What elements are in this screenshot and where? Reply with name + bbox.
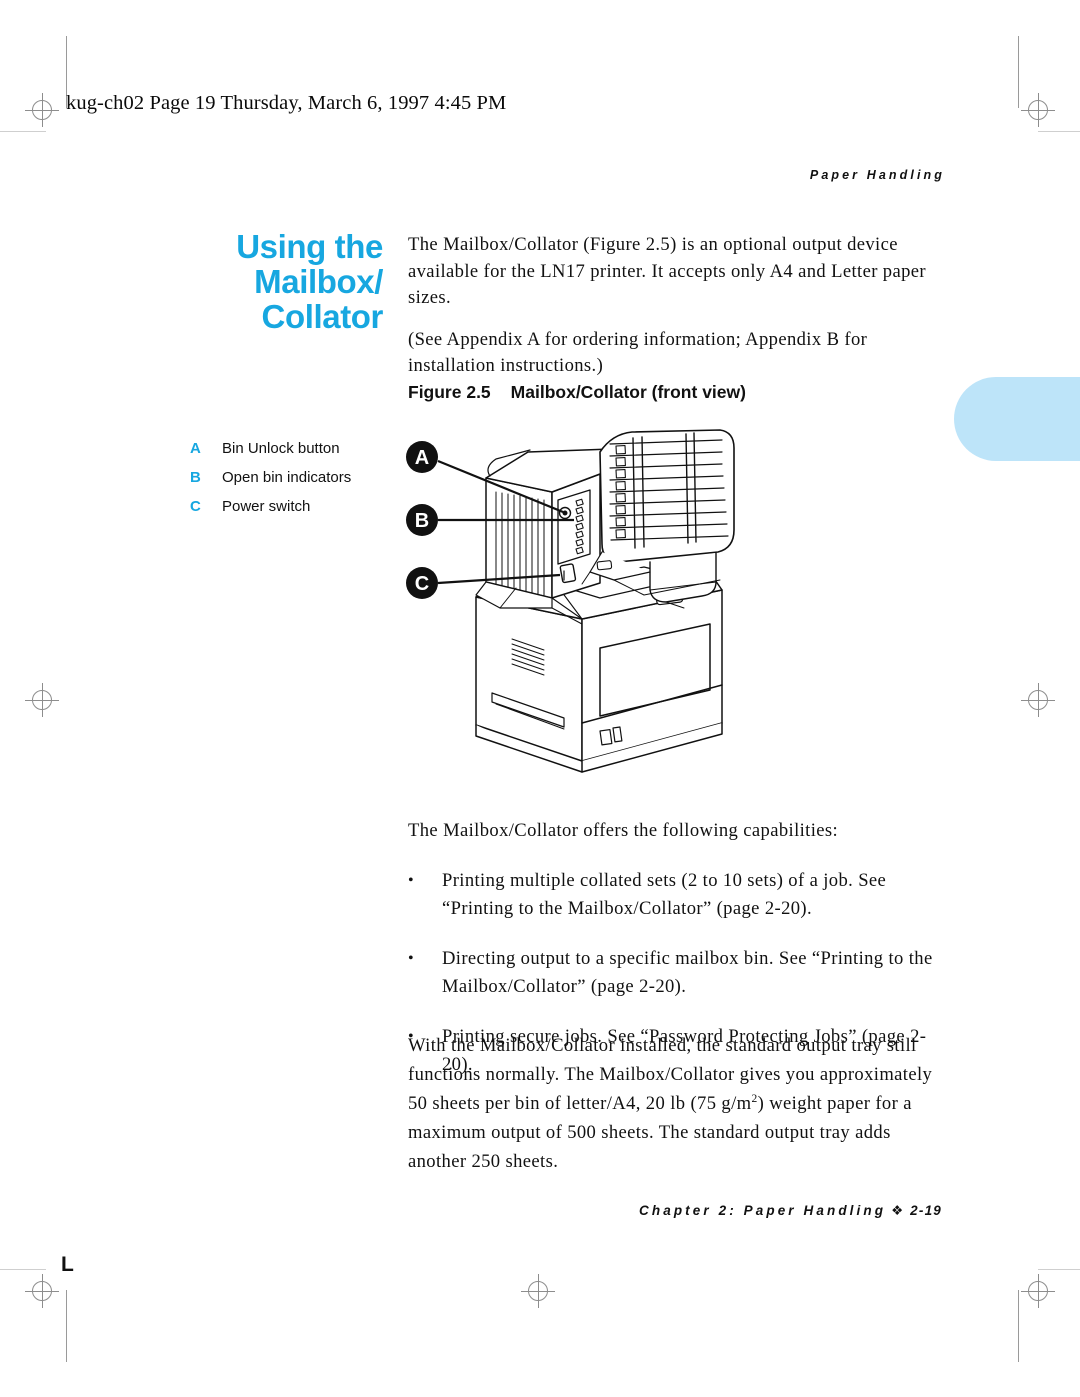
legend-label-c: Power switch bbox=[222, 498, 311, 515]
intro-paragraph-1: The Mailbox/Collator (Figure 2.5) is an … bbox=[408, 234, 927, 308]
crop-line-bottom-left bbox=[66, 1290, 67, 1362]
intro-text-block: The Mailbox/Collator (Figure 2.5) is an … bbox=[408, 232, 938, 380]
capability-item-1: • Printing multiple collated sets (2 to … bbox=[408, 867, 938, 923]
legend-label-a: Bin Unlock button bbox=[222, 440, 340, 457]
document-page: L kug-ch02 Page 19 Thursday, March 6, 19… bbox=[0, 0, 1080, 1397]
callout-c: C bbox=[406, 567, 438, 599]
intro-paragraph-2: (See Appendix A for ordering information… bbox=[408, 328, 868, 377]
registration-mark-bottom-left bbox=[25, 1274, 59, 1308]
capabilities-intro: The Mailbox/Collator offers the followin… bbox=[408, 820, 839, 841]
capability-text-1: Printing multiple collated sets (2 to 10… bbox=[442, 869, 887, 919]
bullet-icon: • bbox=[408, 871, 414, 889]
diamond-icon: ❖ bbox=[891, 1203, 904, 1218]
thumb-tab bbox=[954, 377, 1080, 461]
footer-page-number: 2-19 bbox=[910, 1203, 942, 1218]
crop-line-edge-bottom-left bbox=[0, 1269, 46, 1270]
registration-mark-middle-left bbox=[25, 683, 59, 717]
legend-item-a: A Bin Unlock button bbox=[190, 440, 405, 457]
registration-mark-bottom-right bbox=[1021, 1274, 1055, 1308]
closing-paragraph: With the Mailbox/Collator installed, the… bbox=[408, 1031, 943, 1176]
figure-caption-number: Figure 2.5 bbox=[408, 382, 491, 402]
callout-a: A bbox=[406, 441, 438, 473]
crop-line-edge-bottom-right bbox=[1038, 1269, 1080, 1270]
crop-line-bottom-right bbox=[1018, 1290, 1019, 1362]
figure-caption: Figure 2.5 Mailbox/Collator (front view) bbox=[408, 382, 746, 403]
page-title-line-1: Using the bbox=[236, 228, 383, 265]
figure-caption-title: Mailbox/Collator (front view) bbox=[510, 382, 746, 402]
legend-item-b: B Open bin indicators bbox=[190, 469, 405, 486]
page-title-line-2: Mailbox/ bbox=[254, 263, 383, 300]
legend-key-a: A bbox=[190, 440, 201, 457]
figure-legend: A Bin Unlock button B Open bin indicator… bbox=[190, 440, 405, 527]
legend-item-c: C Power switch bbox=[190, 498, 405, 515]
capability-text-2: Directing output to a specific mailbox b… bbox=[442, 947, 933, 997]
capability-item-2: • Directing output to a specific mailbox… bbox=[408, 945, 938, 1001]
registration-mark-top-left bbox=[25, 93, 59, 127]
svg-text:B: B bbox=[415, 510, 429, 532]
running-head: Paper Handling bbox=[809, 168, 945, 182]
crop-line-edge-top-left bbox=[0, 131, 46, 132]
figure-illustration: A B C bbox=[404, 412, 764, 784]
registration-mark-top-right bbox=[1021, 93, 1055, 127]
legend-label-b: Open bin indicators bbox=[222, 469, 352, 486]
footer-chapter: Chapter 2: Paper Handling bbox=[639, 1203, 887, 1218]
svg-text:A: A bbox=[415, 447, 429, 469]
file-stamp-line: kug-ch02 Page 19 Thursday, March 6, 1997… bbox=[66, 92, 507, 114]
registration-mark-middle-right bbox=[1021, 683, 1055, 717]
crop-line-edge-top-right bbox=[1038, 131, 1080, 132]
page-title: Using the Mailbox/ Collator bbox=[150, 229, 383, 334]
page-title-line-3: Collator bbox=[261, 298, 384, 335]
callout-b: B bbox=[406, 504, 438, 536]
legend-key-b: B bbox=[190, 469, 201, 486]
bullet-icon: • bbox=[408, 949, 414, 967]
legend-key-c: C bbox=[190, 498, 201, 515]
registration-mark-bottom-center bbox=[521, 1274, 555, 1308]
svg-text:C: C bbox=[415, 573, 429, 595]
crop-line-top-right bbox=[1018, 36, 1019, 108]
page-footer: Chapter 2: Paper Handling ❖ 2-19 bbox=[0, 1203, 942, 1219]
corner-crop-mark: L bbox=[61, 1253, 74, 1276]
